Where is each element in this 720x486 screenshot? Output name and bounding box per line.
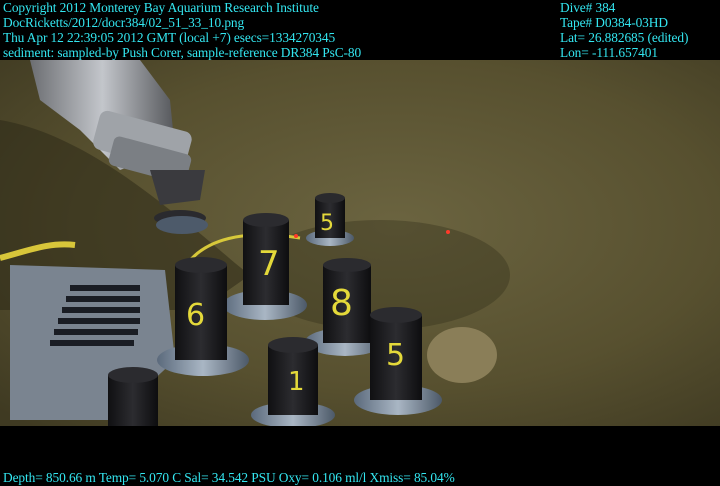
seafloor-scene: 7 5 6 8 5 1	[0, 60, 720, 426]
header-right: Dive# 384 Tape# D0384-03HD Lat= 26.88268…	[560, 0, 688, 60]
core-label: 8	[330, 283, 353, 324]
laser-dot	[294, 234, 298, 238]
longitude: Lon= -111.657401	[560, 45, 658, 60]
core-label: 5	[320, 211, 334, 236]
sample-line: sediment: sampled-by Push Corer, sample-…	[3, 45, 362, 60]
header-left: Copyright 2012 Monterey Bay Aquarium Res…	[3, 0, 361, 60]
video-frame: 7 5 6 8 5 1 Copyright 2012 Monterey Bay …	[0, 0, 720, 486]
core-label: 6	[186, 298, 205, 333]
image-path-line: DocRicketts/2012/docr384/02_51_33_10.png	[3, 15, 245, 30]
laser-dot	[446, 230, 450, 234]
copyright-line: Copyright 2012 Monterey Bay Aquarium Res…	[3, 0, 319, 15]
dive-number: Dive# 384	[560, 0, 616, 15]
core-label: 1	[288, 367, 305, 397]
timestamp-line: Thu Apr 12 22:39:05 2012 GMT (local +7) …	[3, 30, 336, 45]
sediment-sample	[427, 327, 497, 383]
push-core-left	[108, 367, 158, 426]
tape-number: Tape# D0384-03HD	[560, 15, 668, 30]
core-label: 5	[386, 338, 405, 373]
sensor-readout: Depth= 850.66 m Temp= 5.070 C Sal= 34.54…	[3, 470, 455, 485]
core-label: 7	[258, 244, 280, 284]
latitude: Lat= 26.882685 (edited)	[560, 30, 689, 45]
